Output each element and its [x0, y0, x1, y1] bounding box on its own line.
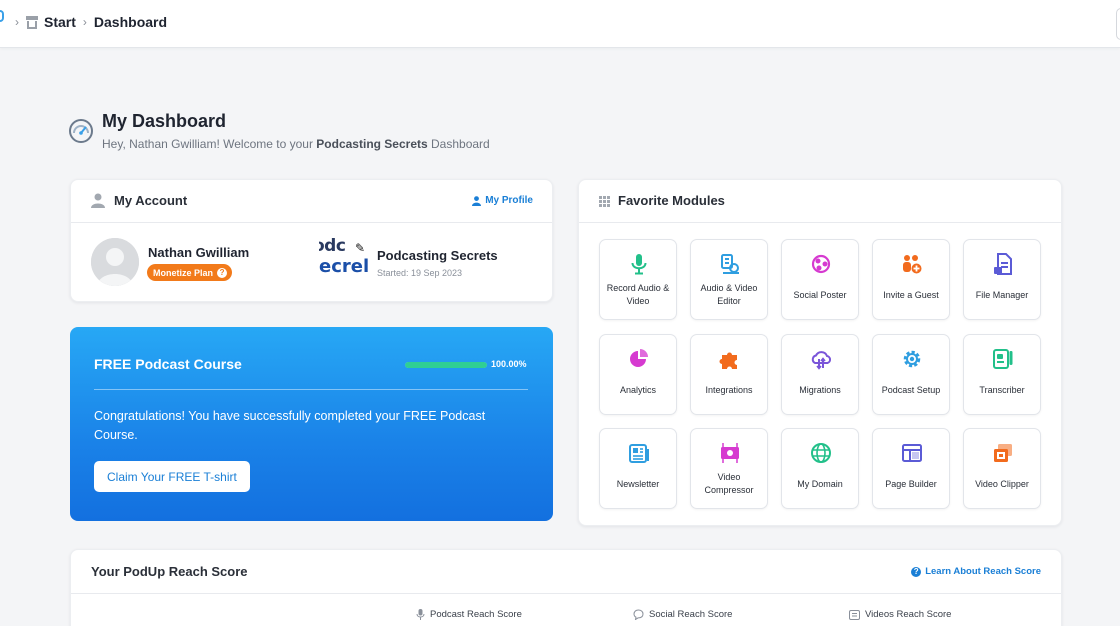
- module-tile[interactable]: File Manager: [963, 239, 1041, 320]
- page-builder-icon: [902, 444, 922, 462]
- file-manager-icon: [994, 253, 1012, 275]
- user-name: Nathan Gwilliam: [148, 245, 250, 260]
- module-label: Page Builder: [885, 478, 937, 489]
- pie-chart-icon: [630, 349, 648, 367]
- grid-icon: [599, 196, 610, 207]
- module-tile[interactable]: Page Builder: [872, 428, 950, 509]
- my-account-card: My Account My Profile Nathan Gwilliam Mo…: [70, 179, 553, 302]
- module-label: Podcast Setup: [881, 384, 941, 395]
- module-label: Video Compressor: [704, 472, 754, 495]
- module-tile[interactable]: Integrations: [690, 334, 768, 415]
- module-tile[interactable]: Transcriber: [963, 334, 1041, 415]
- breadcrumb: › Start › Dashboard: [8, 14, 167, 30]
- module-tile[interactable]: Podcast Setup: [872, 334, 950, 415]
- module-label: Migrations: [799, 384, 841, 395]
- chat-icon: [633, 609, 644, 620]
- breadcrumb-start[interactable]: Start: [44, 14, 76, 30]
- module-label: Integrations: [705, 384, 753, 395]
- videos-reach-score-header: Videos Reach Score: [849, 609, 951, 620]
- social-reach-score-header: Social Reach Score: [633, 609, 732, 620]
- module-tile[interactable]: Analytics: [599, 334, 677, 415]
- welcome-text: Hey, Nathan Gwilliam! Welcome to your Po…: [102, 137, 490, 151]
- claim-tshirt-button[interactable]: Claim Your FREE T-shirt: [94, 461, 250, 492]
- divider: [94, 389, 528, 390]
- chevron-right-icon: ›: [82, 15, 87, 29]
- breadcrumb-dashboard: Dashboard: [93, 14, 168, 30]
- module-label: Video Clipper: [975, 478, 1029, 489]
- profile-user-icon: [472, 195, 482, 206]
- module-label: Analytics: [619, 384, 656, 395]
- podcast-started-date: Started: 19 Sep 2023: [377, 268, 463, 278]
- module-label: Record Audio & Video: [606, 283, 670, 306]
- course-progress-label: 100.00%: [491, 359, 527, 369]
- my-account-title: My Account: [114, 193, 188, 208]
- plan-badge[interactable]: Monetize Plan?: [147, 264, 233, 281]
- video-clipper-icon: [994, 444, 1012, 462]
- store-icon: [26, 15, 38, 29]
- course-message: Congratulations! You have successfully c…: [94, 409, 486, 442]
- reach-score-title: Your PodUp Reach Score: [91, 564, 248, 579]
- puzzle-icon: [719, 352, 737, 369]
- media-editor-icon: [721, 254, 739, 274]
- video-compressor-icon: [721, 443, 739, 463]
- module-label: Invite a Guest: [883, 289, 939, 300]
- microphone-icon: [416, 609, 425, 620]
- help-icon: ?: [911, 566, 922, 577]
- module-label: File Manager: [975, 289, 1029, 300]
- module-label: Social Poster: [793, 289, 847, 300]
- favorite-modules-card: Favorite Modules Record Audio & Video Aud…: [578, 179, 1062, 526]
- page-title: My Dashboard: [102, 111, 227, 131]
- module-tile[interactable]: Social Poster: [781, 239, 859, 320]
- my-account-header: My Account My Profile: [71, 180, 552, 223]
- globe-icon: [811, 443, 831, 463]
- module-tile[interactable]: Audio & Video Editor: [690, 239, 768, 320]
- module-tile[interactable]: Migrations: [781, 334, 859, 415]
- learn-reach-score-link[interactable]: ? Learn About Reach Score: [911, 566, 1041, 577]
- reach-score-header: Your PodUp Reach Score ? Learn About Reac…: [71, 550, 1061, 594]
- favorite-modules-title: Favorite Modules: [618, 193, 725, 208]
- cloud-migrate-icon: [811, 351, 832, 370]
- invite-guest-icon: [903, 255, 922, 274]
- module-tile[interactable]: Newsletter: [599, 428, 677, 509]
- module-tile[interactable]: Record Audio & Video: [599, 239, 677, 320]
- video-icon: [849, 609, 860, 620]
- avatar[interactable]: [91, 238, 139, 286]
- my-profile-link[interactable]: My Profile: [472, 195, 533, 206]
- favorite-modules-header: Favorite Modules: [579, 180, 1061, 223]
- podcast-reach-score-header: Podcast Reach Score: [416, 609, 522, 620]
- module-tile[interactable]: Invite a Guest: [872, 239, 950, 320]
- module-label: Newsletter: [616, 478, 660, 489]
- module-label: My Domain: [797, 478, 843, 489]
- pencil-icon: ✎: [355, 241, 366, 255]
- podcast-logo: odc ✎ ecrel: [319, 236, 369, 277]
- help-icon: ?: [217, 267, 228, 278]
- reach-score-card: Your PodUp Reach Score ? Learn About Reac…: [70, 549, 1062, 626]
- gear-icon: [903, 350, 921, 368]
- speedometer-icon: [69, 119, 93, 143]
- newsletter-icon: [629, 444, 649, 463]
- course-progress-bar: [405, 362, 487, 368]
- course-title: FREE Podcast Course: [94, 356, 242, 372]
- topbar-right-control[interactable]: [1116, 8, 1120, 40]
- chevron-right-icon: ›: [15, 15, 19, 29]
- module-tile[interactable]: My Domain: [781, 428, 859, 509]
- module-label: Audio & Video Editor: [700, 283, 758, 306]
- podcast-name: Podcasting Secrets: [377, 248, 498, 263]
- free-course-card: FREE Podcast Course 100.00% Congratulati…: [70, 327, 553, 521]
- module-label: Transcriber: [979, 384, 1025, 395]
- top-bar: › Start › Dashboard: [0, 0, 1120, 48]
- sidebar-toggle-icon[interactable]: [0, 10, 4, 22]
- course-progress-fill: [405, 362, 487, 368]
- module-tile[interactable]: Video Compressor: [690, 428, 768, 509]
- transcriber-icon: [993, 349, 1013, 369]
- module-tile[interactable]: Video Clipper: [963, 428, 1041, 509]
- share-icon: [811, 254, 831, 274]
- user-icon: [91, 193, 105, 208]
- microphone-icon: [631, 254, 647, 275]
